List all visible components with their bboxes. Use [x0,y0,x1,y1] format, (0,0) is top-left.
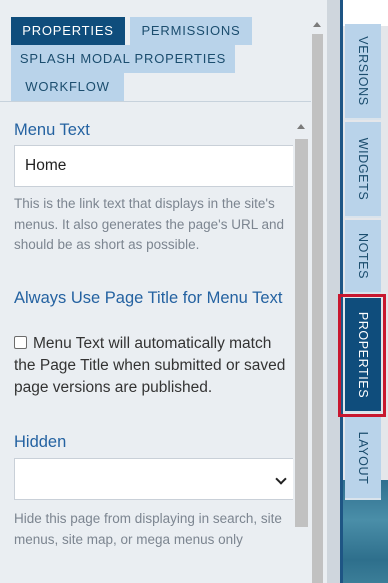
side-tab-versions-label: VERSIONS [356,36,370,106]
tab-workflow[interactable]: WORKFLOW [11,73,124,101]
side-tab-layout-label: LAYOUT [356,431,370,484]
always-use-page-title-option: Menu Text will automatically match the P… [14,333,296,399]
outer-scrollbar[interactable] [311,17,324,583]
side-tab-notes[interactable]: NOTES [345,220,381,294]
preview-corner-icon [380,6,388,16]
tabs-divider [0,101,311,102]
tab-permissions[interactable]: PERMISSIONS [130,17,252,45]
side-tab-versions[interactable]: VERSIONS [345,24,381,120]
menu-text-input[interactable]: Home [14,145,293,187]
side-tab-properties-highlight [338,294,386,417]
properties-panel: PROPERTIES PERMISSIONS SPLASH MODAL PROP… [0,0,327,583]
hidden-label: Hidden [14,433,67,451]
tab-properties[interactable]: PROPERTIES [11,17,125,45]
menu-text-help: This is the link text that displays in t… [14,196,284,252]
side-tab-layout[interactable]: LAYOUT [345,417,381,500]
hidden-help: Hide this page from displaying in search… [14,511,282,547]
scrollbar-thumb[interactable] [295,139,308,527]
always-use-page-title-label: Always Use Page Title for Menu Text [14,289,283,307]
scrollbar-thumb[interactable] [312,34,323,583]
page: PROPERTIES PERMISSIONS SPLASH MODAL PROP… [0,0,388,583]
side-tab-notes-label: NOTES [356,232,370,280]
content-scrollbar[interactable] [294,117,309,583]
scroll-up-arrow-icon[interactable] [313,22,321,27]
side-tab-widgets-label: WIDGETS [356,137,370,201]
tab-splash-modal-properties[interactable]: SPLASH MODAL PROPERTIES [11,45,235,73]
always-use-page-title-checkbox[interactable] [14,336,27,349]
chevron-down-icon [275,473,287,485]
side-tab-widgets[interactable]: WIDGETS [345,122,381,218]
always-use-page-title-checkbox-text: Menu Text will automatically match the P… [14,335,286,396]
scroll-up-arrow-icon[interactable] [297,124,305,129]
menu-text-label: Menu Text [14,121,90,139]
hidden-select[interactable] [14,458,293,500]
